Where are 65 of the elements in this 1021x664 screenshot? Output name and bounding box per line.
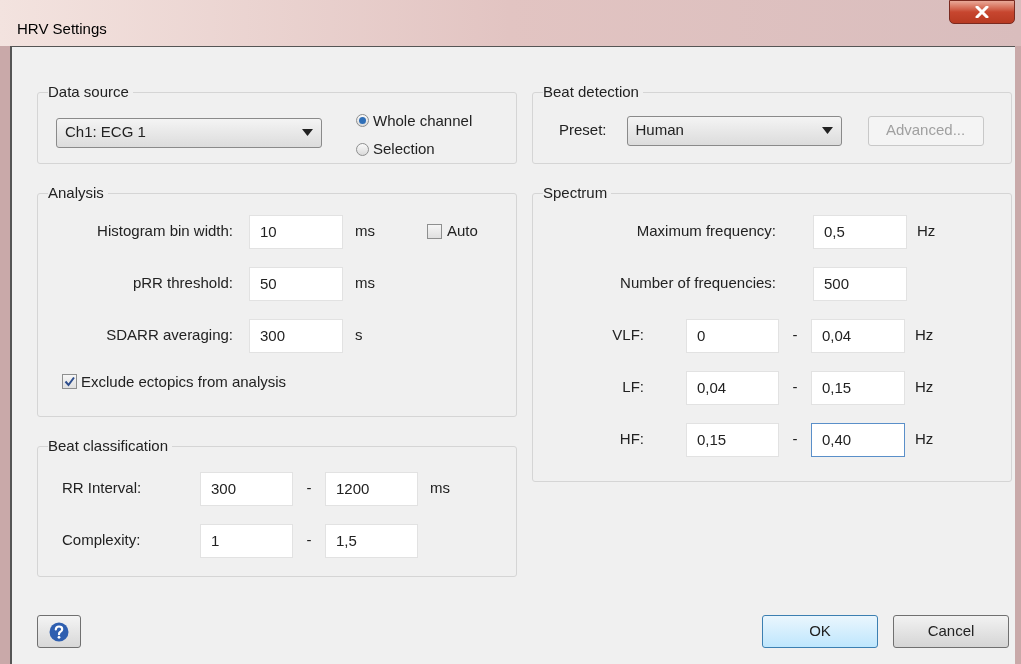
input-field[interactable]: 0,15 (811, 370, 905, 405)
dropdown-value: Ch1: ECG 1 (65, 122, 146, 143)
input-field[interactable]: 1,5 (325, 523, 418, 558)
band-label: LF: (621, 377, 644, 398)
field-label: Histogram bin width: (96, 221, 233, 242)
radio-label: Whole channel (373, 110, 473, 131)
group-title: Data source (48, 82, 130, 102)
range-dash: - (305, 478, 313, 499)
group-title: Spectrum (543, 183, 609, 203)
field-label: RR Interval: (61, 478, 143, 499)
checkbox-label: Exclude ectopics from analysis (81, 371, 287, 392)
dropdown[interactable]: Human (626, 115, 842, 146)
group-title: Beat detection (543, 82, 640, 102)
field-label: Complexity: (61, 530, 142, 551)
input-field[interactable]: 1 (200, 523, 293, 558)
radio-button[interactable] (356, 114, 369, 128)
checkbox[interactable] (62, 374, 77, 390)
band-label: VLF: (611, 325, 644, 346)
close-icon (975, 6, 989, 18)
input-field[interactable]: 0,40 (811, 422, 905, 457)
field-label: SDARR averaging: (105, 325, 233, 346)
field-label: Maximum frequency: (635, 221, 776, 242)
caret-icon (302, 129, 313, 136)
unit-label: s (355, 325, 364, 346)
dialog-button[interactable]: Cancel (893, 615, 1009, 648)
input-field[interactable]: 0,15 (686, 422, 779, 457)
input-field[interactable]: 300 (200, 471, 293, 506)
checkbox[interactable] (427, 224, 442, 239)
unit-label: ms (355, 221, 376, 242)
dropdown-value: Human (635, 120, 684, 141)
input-field[interactable]: 0,04 (686, 370, 779, 405)
range-dash: - (791, 377, 799, 398)
field-label: Preset: (559, 120, 607, 141)
window-title: HRV Settings (17, 19, 107, 39)
dropdown[interactable]: Ch1: ECG 1 (56, 117, 322, 148)
field-label: Number of frequencies: (619, 273, 776, 294)
input-field[interactable]: 10 (249, 214, 343, 249)
checkbox-label: Auto (447, 221, 478, 242)
input-field[interactable]: 300 (249, 318, 343, 353)
field-label: pRR threshold: (131, 273, 233, 294)
unit-label: Hz (915, 429, 934, 450)
dialog-button[interactable]: OK (762, 615, 878, 648)
input-field[interactable]: 50 (249, 266, 343, 301)
group-title: Analysis (48, 183, 105, 203)
range-dash: - (791, 325, 799, 346)
band-label: HF: (618, 429, 644, 450)
radio-button[interactable] (356, 142, 369, 156)
close-button[interactable] (949, 0, 1015, 24)
input-field[interactable]: 0,04 (811, 318, 905, 353)
help-icon (49, 621, 69, 642)
unit-label: Hz (915, 377, 934, 398)
unit-label: Hz (915, 325, 934, 346)
input-field[interactable]: 500 (813, 266, 907, 301)
radio-label: Selection (373, 139, 435, 159)
input-field[interactable]: 0,5 (813, 214, 907, 249)
unit-label: Hz (917, 221, 936, 242)
range-dash: - (305, 530, 313, 551)
input-field[interactable]: 1200 (325, 471, 418, 506)
group-title: Beat classification (48, 436, 170, 456)
caret-icon (821, 127, 833, 134)
help-button[interactable] (37, 615, 81, 648)
input-field[interactable]: 0 (686, 318, 779, 353)
unit-label: ms (355, 273, 376, 294)
range-dash: - (791, 429, 799, 450)
unit-label: ms (430, 478, 450, 499)
